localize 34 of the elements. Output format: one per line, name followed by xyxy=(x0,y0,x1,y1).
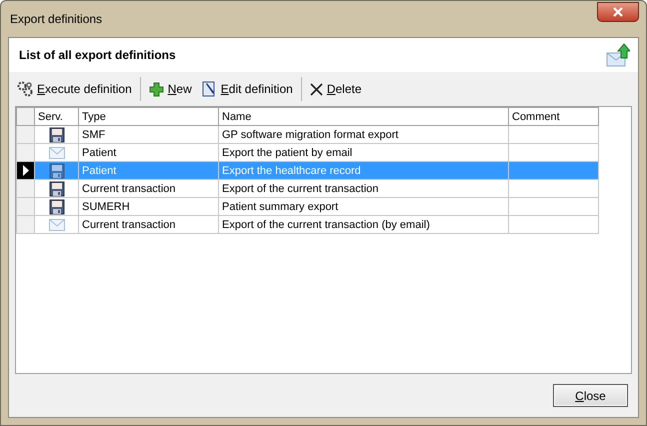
column-header[interactable]: Name xyxy=(218,108,508,126)
column-header[interactable]: Comment xyxy=(508,108,598,126)
envelope-upload-icon xyxy=(606,43,630,67)
close-button[interactable]: Close xyxy=(553,384,628,407)
table-cell: Current transaction xyxy=(78,180,218,198)
gears-icon xyxy=(17,81,33,97)
row-pointer-icon xyxy=(22,165,30,176)
table-row[interactable]: SUMERH Patient summary export xyxy=(16,198,598,216)
close-icon[interactable] xyxy=(597,2,639,22)
table-row[interactable]: Current transaction Export of the current transaction (by email) xyxy=(16,216,598,234)
table-cell: Patient xyxy=(78,162,218,180)
table-cell: SUMERH xyxy=(78,198,218,216)
table-cell: Export the healthcare record xyxy=(218,162,508,180)
toolbar-button[interactable]: Edit definition xyxy=(198,79,297,99)
envelope-icon xyxy=(48,146,64,159)
envelope-icon xyxy=(48,218,64,231)
toolbar-button[interactable]: Delete xyxy=(306,80,366,98)
table-row[interactable]: Current transaction Export of the current transaction xyxy=(16,180,598,198)
table-row[interactable]: SMF GP software migration format export xyxy=(16,126,598,144)
column-header[interactable]: Type xyxy=(78,108,218,126)
table-cell: Patient summary export xyxy=(218,198,508,216)
table-cell: GP software migration format export xyxy=(218,126,508,144)
window-title: Export definitions xyxy=(9,12,102,26)
plus-icon xyxy=(148,82,164,96)
cross-icon xyxy=(310,82,323,96)
table-cell: Export of the current transaction (by email) xyxy=(218,216,508,234)
table-cell: Current transaction xyxy=(78,216,218,234)
toolbar-button[interactable]: New xyxy=(144,80,196,98)
column-header[interactable]: Serv. xyxy=(34,108,78,126)
toolbar-button[interactable]: Execute definition xyxy=(13,79,136,99)
table-cell: Export of the current transaction xyxy=(218,180,508,198)
table-cell: SMF xyxy=(78,126,218,144)
header-title: List of all export definitions xyxy=(19,48,176,62)
document-pencil-icon xyxy=(202,81,217,97)
